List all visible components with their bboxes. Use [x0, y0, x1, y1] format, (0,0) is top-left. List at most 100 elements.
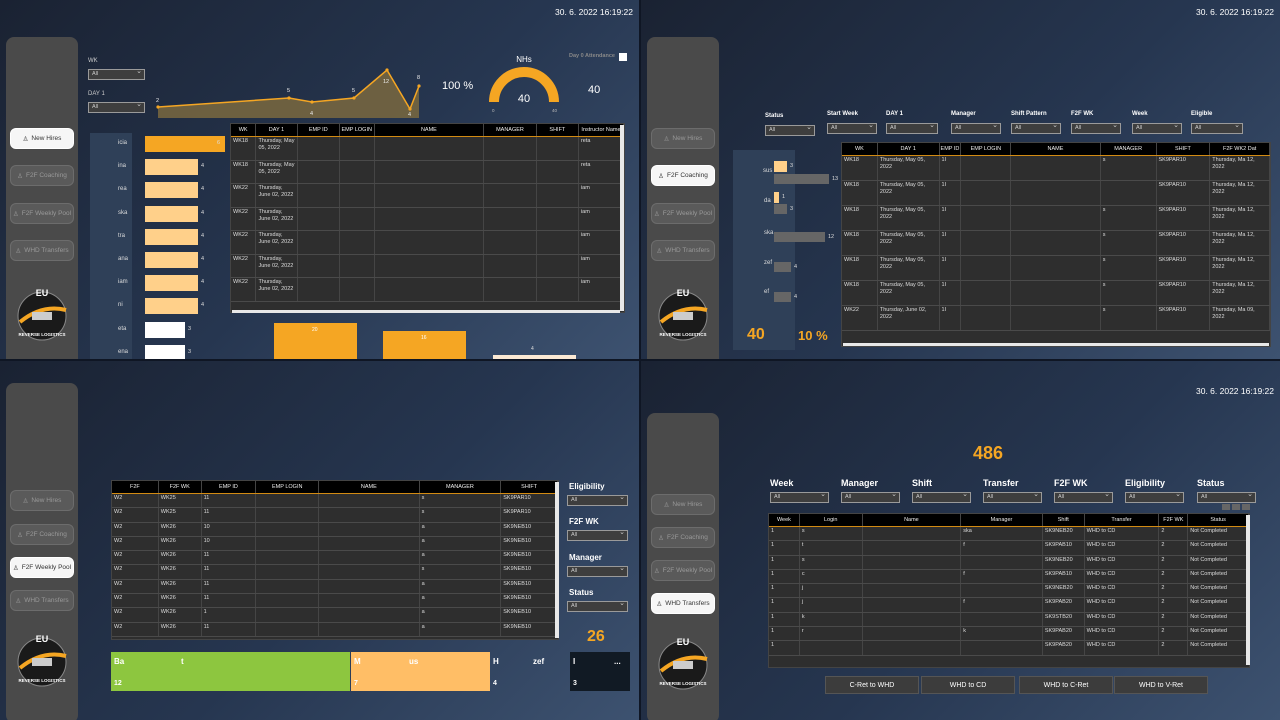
shift-bar[interactable] — [493, 355, 576, 359]
filter-select[interactable]: All — [886, 123, 938, 134]
table-row[interactable]: WK22 Thursday, June 02, 2022 iam — [231, 207, 624, 231]
table-row[interactable]: W2 WK26 10 a SK9NEB10 — [112, 536, 558, 552]
toolbar-icon[interactable] — [1242, 504, 1250, 510]
treemap-tile[interactable]: Ba t 12 — [111, 652, 350, 691]
nav-new-hires[interactable]: ♙ New Hires — [10, 490, 74, 511]
table-row[interactable]: WK22 Thursday, June 02, 2022 iam — [231, 184, 624, 208]
col-header[interactable]: Shift — [1043, 514, 1085, 526]
day0-attendance-checkbox[interactable] — [619, 53, 627, 61]
table-row[interactable]: WK22 Thursday, June 02, 2022 iam — [231, 231, 624, 255]
table-row[interactable]: 1 k SK9STB20 WHD to CD 2 Not Completed — [769, 612, 1249, 628]
hbar[interactable] — [145, 298, 198, 315]
table-row[interactable]: W2 WK26 11 a SK9NEB10 — [112, 622, 558, 637]
coaching-bar[interactable] — [774, 161, 787, 172]
transfer-button[interactable]: WHD to CD — [921, 676, 1015, 694]
coaching-bar[interactable] — [774, 262, 791, 272]
nav-whd-transfers[interactable]: ♙ WHD Transfers — [10, 240, 74, 261]
col-header[interactable]: NAME — [1011, 143, 1101, 155]
nav-f2f-coaching[interactable]: ♙ F2F Coaching — [651, 527, 715, 548]
nav-f2f-weekly-pool[interactable]: ♙ F2F Weekly Pool — [10, 203, 74, 224]
col-header[interactable]: NAME — [319, 481, 420, 493]
filter-select[interactable]: All — [1054, 492, 1113, 503]
table-row[interactable]: WK18 Thursday, May 05, 2022 1I s SK9PAR10 Thu… — [842, 281, 1270, 306]
table-row[interactable]: 1 j SK9NEB20 WHD to CD 2 Not Completed — [769, 584, 1249, 599]
hbar[interactable] — [145, 275, 198, 292]
hbar[interactable] — [145, 205, 198, 222]
filter-select[interactable]: All — [567, 601, 628, 612]
col-header[interactable]: SHIFT — [537, 124, 579, 136]
transfer-button[interactable]: WHD to V-Ret — [1114, 676, 1208, 694]
day1-filter-select[interactable]: All — [88, 102, 145, 113]
nav-whd-transfers[interactable]: ♙ WHD Transfers — [10, 590, 74, 611]
transfer-button[interactable]: WHD to C-Ret — [1019, 676, 1113, 694]
nav-new-hires[interactable]: ♙ New Hires — [651, 494, 715, 515]
table-row[interactable]: W2 WK26 1 a SK9NEB10 — [112, 608, 558, 623]
nav-f2f-coaching[interactable]: ♙ F2F Coaching — [10, 165, 74, 186]
table-row[interactable]: 1 s ska SK9NEB20 WHD to CD 2 Not Completed — [769, 527, 1249, 542]
table-row[interactable]: W2 WK26 11 a SK9NEB10 — [112, 551, 558, 566]
table-row[interactable]: W2 WK26 10 a SK9NEB10 — [112, 522, 558, 537]
hbar[interactable] — [145, 159, 198, 176]
table-row[interactable]: WK18 Thursday, May 05, 2022 1I s SK9PAR10 Thu… — [842, 156, 1270, 181]
table-scrollbar[interactable] — [1246, 515, 1250, 665]
hbar[interactable] — [145, 344, 185, 359]
filter-select[interactable]: All — [912, 492, 971, 503]
col-header[interactable]: EMP ID — [298, 124, 340, 136]
nav-new-hires[interactable]: ♙ New Hires — [651, 128, 715, 149]
col-header[interactable]: Instructor Name — [579, 124, 624, 136]
col-header[interactable]: Name — [863, 514, 962, 526]
toolbar-icon[interactable] — [1222, 504, 1230, 510]
col-header[interactable]: WK — [231, 124, 257, 136]
col-header[interactable]: SHIFT — [1157, 143, 1211, 155]
toolbar-icon[interactable] — [1232, 504, 1240, 510]
filter-select[interactable]: All — [770, 492, 829, 503]
col-header[interactable]: EMP ID — [202, 481, 257, 493]
col-header[interactable]: MANAGER — [1101, 143, 1157, 155]
coaching-bar[interactable] — [774, 174, 829, 184]
nav-f2f-coaching[interactable]: ♙ F2F Coaching — [651, 165, 715, 186]
table-row[interactable]: 1 j f SK9PAB20 WHD to CD 2 Not Completed — [769, 598, 1249, 613]
col-header[interactable]: NAME — [375, 124, 485, 136]
col-header[interactable]: F2F WK — [159, 481, 202, 493]
wk-filter-select[interactable]: All — [88, 69, 145, 80]
coaching-bar[interactable] — [774, 232, 825, 242]
table-row[interactable]: WK18 Thursday, May 05, 2022 1I s SK9PAR10 Thu… — [842, 231, 1270, 256]
col-header[interactable]: WK — [842, 143, 878, 155]
coaching-bar[interactable] — [774, 204, 787, 214]
nav-f2f-weekly-pool[interactable]: ♙ F2F Weekly Pool — [651, 560, 715, 581]
treemap-tile[interactable]: H zef 4 — [491, 652, 559, 691]
table-hscrollbar[interactable] — [232, 310, 620, 313]
filter-select[interactable]: All — [841, 492, 900, 503]
table-row[interactable]: W2 WK26 11 s SK9NEB10 — [112, 565, 558, 580]
table-row[interactable]: W2 WK25 11 s SK9PAR10 — [112, 508, 558, 523]
col-header[interactable]: Transfer — [1085, 514, 1160, 526]
transfer-button[interactable]: C-Ret to WHD — [825, 676, 919, 694]
nav-new-hires[interactable]: ♙ New Hires — [10, 128, 74, 149]
filter-select[interactable]: All — [765, 125, 815, 136]
nav-f2f-weekly-pool[interactable]: ♙ F2F Weekly Pool — [10, 557, 74, 578]
table-row[interactable]: W2 WK26 11 a SK9NEB10 — [112, 594, 558, 609]
filter-select[interactable]: All — [567, 566, 628, 577]
table-row[interactable]: 1 r k SK9PAB20 WHD to CD 2 Not Completed — [769, 627, 1249, 642]
table-row[interactable]: WK18 Thursday, May 05, 2022 reta — [231, 160, 624, 184]
filter-select[interactable]: All — [1132, 123, 1182, 134]
filter-select[interactable]: All — [1197, 492, 1256, 503]
col-header[interactable]: EMP ID — [940, 143, 962, 155]
table-row[interactable]: WK18 Thursday, May 05, 2022 reta — [231, 137, 624, 161]
col-header[interactable]: Login — [800, 514, 863, 526]
col-header[interactable]: F2F WK2 Dat — [1210, 143, 1270, 155]
table-row[interactable]: 1 s SK9NEB20 WHD to CD 2 Not Completed — [769, 555, 1249, 570]
col-header[interactable]: F2F — [112, 481, 159, 493]
coaching-bar[interactable] — [774, 292, 791, 302]
hbar[interactable] — [145, 321, 185, 338]
nav-f2f-coaching[interactable]: ♙ F2F Coaching — [10, 524, 74, 545]
col-header[interactable]: DAY 1 — [256, 124, 298, 136]
col-header[interactable]: Status — [1188, 514, 1249, 526]
table-row[interactable]: W2 WK25 11 s SK9PAR10 — [112, 494, 558, 509]
nav-f2f-weekly-pool[interactable]: ♙ F2F Weekly Pool — [651, 203, 715, 224]
treemap-tile[interactable]: M us 7 — [351, 652, 490, 691]
table-row[interactable]: WK22 Thursday, June 02, 2022 1I s SK9PAR10 Th… — [842, 306, 1270, 331]
treemap-tile[interactable]: I ... 3 — [570, 652, 630, 691]
table-row[interactable]: 1 SK9PAB20 WHD to CD 2 Not Completed — [769, 641, 1249, 656]
table-row[interactable]: 1 c f SK9PAB10 WHD to CD 2 Not Completed — [769, 569, 1249, 585]
